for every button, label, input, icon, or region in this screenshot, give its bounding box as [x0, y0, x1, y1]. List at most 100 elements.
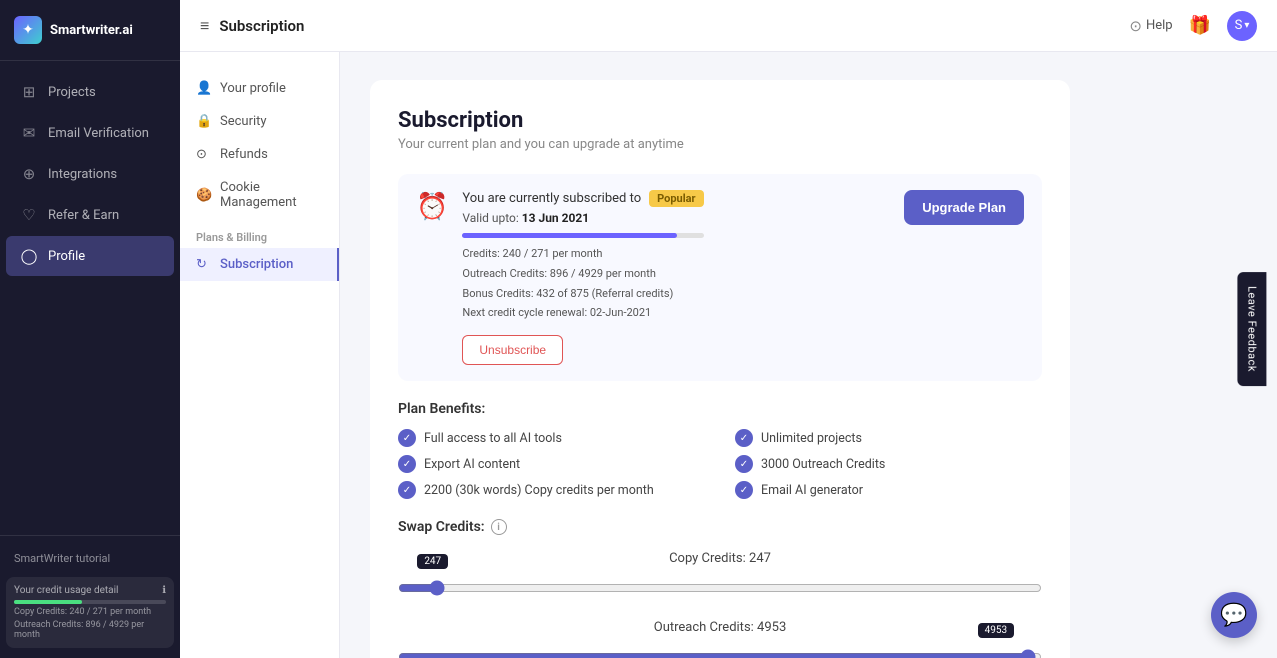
avatar[interactable]: S ▾ [1227, 11, 1257, 41]
swap-credits-info-icon[interactable]: i [491, 519, 507, 535]
current-plan-section: ⏰ You are currently subscribed to Popula… [398, 174, 1042, 381]
sidebar-item-label: Integrations [48, 167, 117, 182]
logo-text: Smartwriter.ai [50, 23, 133, 38]
benefit-item-5: ✓ Email AI generator [735, 481, 1042, 499]
next-cycle-label: Next credit cycle renewal: 02-Jun-2021 [462, 303, 703, 323]
benefit-item-3: ✓ 3000 Outreach Credits [735, 455, 1042, 473]
gift-icon[interactable]: 🎁 [1189, 15, 1211, 36]
your-profile-icon: 👤 [196, 81, 212, 96]
copy-credits-swap-label: Copy Credits: 247 [398, 551, 1042, 566]
settings-nav-refunds[interactable]: ⊙ Refunds [180, 138, 339, 171]
credit-usage-card: Your credit usage detail ℹ Copy Credits:… [6, 577, 174, 648]
benefit-check-4: ✓ [398, 481, 416, 499]
sidebar-item-integrations[interactable]: ⊕ Integrations [6, 154, 174, 194]
integrations-icon: ⊕ [20, 165, 38, 183]
credit-usage-header: Your credit usage detail ℹ [14, 585, 166, 596]
plan-credits-info: Credits: 240 / 271 per month Outreach Cr… [462, 244, 703, 323]
cookie-icon: 🍪 [196, 188, 212, 203]
valid-date: 13 Jun 2021 [522, 211, 589, 225]
credit-usage-label: Your credit usage detail [14, 585, 118, 596]
outreach-credits-label: Outreach Credits: 896 / 4929 per month [462, 264, 703, 284]
email-verification-icon: ✉ [20, 124, 38, 142]
sidebar-bottom: SmartWriter tutorial Your credit usage d… [0, 535, 180, 658]
unsubscribe-button[interactable]: Unsubscribe [462, 335, 563, 365]
subscription-icon: ↻ [196, 257, 212, 272]
avatar-chevron: ▾ [1244, 20, 1249, 31]
refunds-icon: ⊙ [196, 147, 212, 162]
help-button[interactable]: ⊙ Help [1129, 17, 1172, 35]
copy-credits-text: Copy Credits: 240 / 271 per month [14, 607, 166, 617]
settings-nav-subscription[interactable]: ↻ Subscription [180, 248, 339, 281]
settings-nav-security[interactable]: 🔒 Security [180, 105, 339, 138]
bonus-credits-label: Bonus Credits: 432 of 875 (Referral cred… [462, 284, 703, 304]
copy-credits-slider[interactable] [398, 580, 1042, 596]
settings-nav-your-profile[interactable]: 👤 Your profile [180, 72, 339, 105]
credit-progress-fill [462, 233, 677, 238]
outreach-credits-slider[interactable] [398, 649, 1042, 658]
chat-icon: 💬 [1220, 603, 1247, 628]
outreach-slider-bubble: 4953 [978, 623, 1014, 638]
subscription-main: Subscription Your current plan and you c… [340, 52, 1277, 658]
subscribed-text: You are currently subscribed to [462, 191, 641, 206]
benefit-item-2: ✓ Export AI content [398, 455, 705, 473]
outreach-credits-swap-label: Outreach Credits: 4953 [398, 620, 1042, 635]
sidebar-item-label: Profile [48, 249, 85, 264]
sidebar-logo: ✦ Smartwriter.ai [0, 0, 180, 61]
credit-bar [14, 600, 82, 604]
credits-label: Credits: 240 / 271 per month [462, 244, 703, 264]
chat-button[interactable]: 💬 [1211, 592, 1257, 638]
upgrade-plan-button[interactable]: Upgrade Plan [904, 190, 1024, 225]
benefit-label-2: Export AI content [424, 457, 520, 472]
topbar: ≡ Subscription ⊙ Help 🎁 S ▾ [180, 0, 1277, 52]
settings-nav-label: Cookie Management [220, 180, 323, 210]
profile-icon: ◯ [20, 247, 38, 265]
benefit-item-4: ✓ 2200 (30k words) Copy credits per mont… [398, 481, 705, 499]
subscription-card: Subscription Your current plan and you c… [370, 80, 1070, 658]
sidebar-item-label: Projects [48, 85, 96, 100]
hamburger-icon[interactable]: ≡ [200, 16, 209, 36]
benefit-check-0: ✓ [398, 429, 416, 447]
sidebar-item-profile[interactable]: ◯ Profile [6, 236, 174, 276]
settings-nav-label: Subscription [220, 257, 293, 272]
page-title: Subscription [219, 17, 304, 35]
logo-icon: ✦ [14, 16, 42, 44]
benefit-label-1: Unlimited projects [761, 431, 862, 446]
benefit-label-0: Full access to all AI tools [424, 431, 562, 446]
help-circle-icon: ⊙ [1129, 17, 1142, 35]
settings-nav-label: Refunds [220, 147, 268, 162]
benefit-check-3: ✓ [735, 455, 753, 473]
plan-valid: Valid upto: 13 Jun 2021 [462, 211, 703, 225]
copy-credits-slider-container: 247 [398, 580, 1042, 600]
popular-badge: Popular [649, 190, 703, 207]
benefit-check-5: ✓ [735, 481, 753, 499]
plan-status-line: You are currently subscribed to Popular [462, 190, 703, 207]
help-label: Help [1146, 18, 1173, 33]
settings-nav-cookie-management[interactable]: 🍪 Cookie Management [180, 171, 339, 219]
smartwriter-tutorial[interactable]: SmartWriter tutorial [6, 546, 174, 571]
outreach-credits-slider-container: 4953 [398, 649, 1042, 658]
benefit-item-0: ✓ Full access to all AI tools [398, 429, 705, 447]
settings-sidebar: 👤 Your profile 🔒 Security ⊙ Refunds 🍪 Co… [180, 52, 340, 658]
security-icon: 🔒 [196, 114, 212, 129]
settings-nav-label: Security [220, 114, 267, 129]
sidebar-item-refer-earn[interactable]: ♡ Refer & Earn [6, 195, 174, 235]
topbar-right: ⊙ Help 🎁 S ▾ [1129, 11, 1257, 41]
main-area: ≡ Subscription ⊙ Help 🎁 S ▾ 👤 Your profi… [180, 0, 1277, 658]
plan-details: You are currently subscribed to Popular … [462, 190, 703, 365]
topbar-left: ≡ Subscription [200, 16, 304, 36]
benefit-label-3: 3000 Outreach Credits [761, 457, 885, 472]
feedback-tab[interactable]: Leave Feedback [1238, 272, 1267, 386]
subscription-subtitle: Your current plan and you can upgrade at… [398, 137, 1042, 152]
projects-icon: ⊞ [20, 83, 38, 101]
credit-progress-bar [462, 233, 703, 238]
sidebar-item-email-verification[interactable]: ✉ Email Verification [6, 113, 174, 153]
credit-bar-wrap [14, 600, 166, 604]
plans-billing-label: Plans & Billing [180, 219, 339, 248]
sidebar-nav: ⊞ Projects ✉ Email Verification ⊕ Integr… [0, 61, 180, 535]
sidebar: ✦ Smartwriter.ai ⊞ Projects ✉ Email Veri… [0, 0, 180, 658]
sidebar-item-projects[interactable]: ⊞ Projects [6, 72, 174, 112]
sidebar-item-label: Email Verification [48, 126, 149, 141]
swap-credits-title: Swap Credits: i [398, 519, 1042, 535]
benefit-check-2: ✓ [398, 455, 416, 473]
credit-info-icon[interactable]: ℹ [162, 585, 166, 596]
